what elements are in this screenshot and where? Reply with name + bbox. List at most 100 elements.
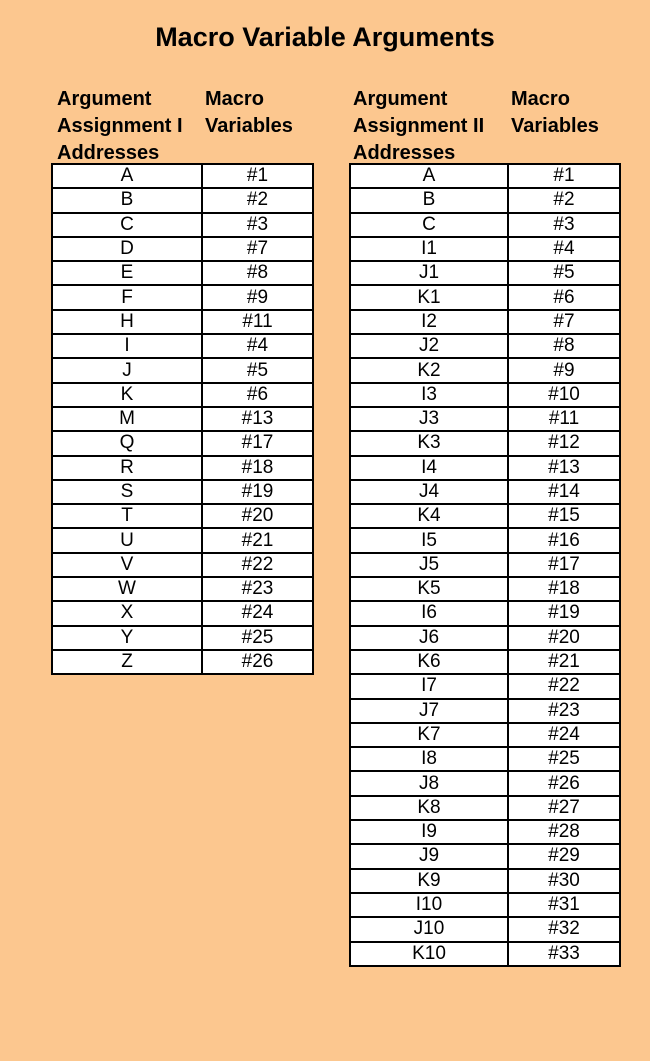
table-row: F #9 bbox=[51, 284, 314, 311]
variable-cell: #25 bbox=[201, 624, 314, 651]
table-row: B #2 bbox=[349, 187, 621, 214]
address-cell: E bbox=[51, 260, 203, 287]
variable-cell: #2 bbox=[507, 187, 621, 214]
variable-cell: #23 bbox=[507, 697, 621, 724]
table-row: J10 #32 bbox=[349, 916, 621, 943]
address-cell: I1 bbox=[349, 235, 509, 263]
address-cell: D bbox=[51, 235, 203, 263]
variable-cell: #11 bbox=[507, 405, 621, 433]
address-cell: J1 bbox=[349, 260, 509, 287]
table-row: B #2 bbox=[51, 187, 314, 214]
argument-assignment-1-table: A #1 B #2 C #3 D #7 E #8 F #9 H #11 I #4 J #5 K #6 M #13 Q #17 R… bbox=[51, 162, 314, 676]
variable-cell: #25 bbox=[507, 746, 621, 773]
variable-cell: #11 bbox=[201, 308, 314, 336]
variable-cell: #12 bbox=[507, 430, 621, 457]
table-row: D #7 bbox=[51, 235, 314, 263]
variable-cell: #4 bbox=[507, 235, 621, 263]
variable-cell: #9 bbox=[507, 357, 621, 384]
left-header-address: Argument Assignment I Addresses bbox=[57, 88, 183, 164]
variable-cell: #6 bbox=[201, 381, 314, 408]
table-row: J6 #20 bbox=[349, 624, 621, 651]
variable-cell: #9 bbox=[201, 284, 314, 311]
table-row: K10 #33 bbox=[349, 940, 621, 967]
address-cell: I7 bbox=[349, 673, 509, 700]
address-cell: J6 bbox=[349, 624, 509, 651]
table-row: K4 #15 bbox=[349, 503, 621, 530]
variable-cell: #29 bbox=[507, 843, 621, 870]
address-cell: Y bbox=[51, 624, 203, 651]
variable-cell: #26 bbox=[201, 648, 314, 676]
variable-cell: #17 bbox=[507, 551, 621, 579]
table-row: K1 #6 bbox=[349, 284, 621, 311]
address-cell: A bbox=[349, 162, 509, 190]
address-cell: W bbox=[51, 576, 203, 603]
variable-cell: #21 bbox=[201, 527, 314, 554]
table-row: K9 #30 bbox=[349, 867, 621, 894]
table-row: K7 #24 bbox=[349, 721, 621, 749]
address-cell: C bbox=[51, 211, 203, 238]
variable-cell: #13 bbox=[201, 405, 314, 433]
table-row: U #21 bbox=[51, 527, 314, 554]
table-row: I5 #16 bbox=[349, 527, 621, 554]
table-row: K8 #27 bbox=[349, 794, 621, 822]
table-row: C #3 bbox=[349, 211, 621, 238]
variable-cell: #23 bbox=[201, 576, 314, 603]
table-row: A #1 bbox=[349, 162, 621, 190]
address-cell: J2 bbox=[349, 333, 509, 360]
table-row: M #13 bbox=[51, 405, 314, 433]
address-cell: Z bbox=[51, 648, 203, 676]
variable-cell: #7 bbox=[201, 235, 314, 263]
variable-cell: #1 bbox=[507, 162, 621, 190]
address-cell: J5 bbox=[349, 551, 509, 579]
address-cell: K7 bbox=[349, 721, 509, 749]
table-row: K #6 bbox=[51, 381, 314, 408]
table-row: J3 #11 bbox=[349, 405, 621, 433]
address-cell: K bbox=[51, 381, 203, 408]
table-row: J #5 bbox=[51, 357, 314, 384]
address-cell: K1 bbox=[349, 284, 509, 311]
address-cell: J bbox=[51, 357, 203, 384]
variable-cell: #21 bbox=[507, 648, 621, 676]
address-cell: K3 bbox=[349, 430, 509, 457]
address-cell: A bbox=[51, 162, 203, 190]
variable-cell: #20 bbox=[507, 624, 621, 651]
address-cell: J10 bbox=[349, 916, 509, 943]
variable-cell: #22 bbox=[507, 673, 621, 700]
variable-cell: #8 bbox=[201, 260, 314, 287]
table-row: T #20 bbox=[51, 503, 314, 530]
variable-cell: #1 bbox=[201, 162, 314, 190]
address-cell: X bbox=[51, 600, 203, 627]
address-cell: J8 bbox=[349, 770, 509, 797]
variable-cell: #5 bbox=[201, 357, 314, 384]
variable-cell: #30 bbox=[507, 867, 621, 894]
variable-cell: #32 bbox=[507, 916, 621, 943]
address-cell: T bbox=[51, 503, 203, 530]
address-cell: K4 bbox=[349, 503, 509, 530]
variable-cell: #33 bbox=[507, 940, 621, 967]
variable-cell: #28 bbox=[507, 819, 621, 846]
address-cell: K6 bbox=[349, 648, 509, 676]
address-cell: K8 bbox=[349, 794, 509, 822]
variable-cell: #7 bbox=[507, 308, 621, 336]
address-cell: C bbox=[349, 211, 509, 238]
address-cell: B bbox=[349, 187, 509, 214]
table-row: K2 #9 bbox=[349, 357, 621, 384]
address-cell: H bbox=[51, 308, 203, 336]
variable-cell: #3 bbox=[201, 211, 314, 238]
variable-cell: #2 bbox=[201, 187, 314, 214]
table-row: V #22 bbox=[51, 551, 314, 579]
table-row: J5 #17 bbox=[349, 551, 621, 579]
address-cell: K2 bbox=[349, 357, 509, 384]
address-cell: R bbox=[51, 454, 203, 481]
address-cell: I6 bbox=[349, 600, 509, 627]
variable-cell: #24 bbox=[507, 721, 621, 749]
address-cell: I2 bbox=[349, 308, 509, 336]
variable-cell: #10 bbox=[507, 381, 621, 408]
variable-cell: #18 bbox=[507, 576, 621, 603]
address-cell: K5 bbox=[349, 576, 509, 603]
variable-cell: #3 bbox=[507, 211, 621, 238]
address-cell: J9 bbox=[349, 843, 509, 870]
table-row: C #3 bbox=[51, 211, 314, 238]
right-header-address: Argument Assignment II Addresses bbox=[353, 88, 485, 164]
table-row: I1 #4 bbox=[349, 235, 621, 263]
